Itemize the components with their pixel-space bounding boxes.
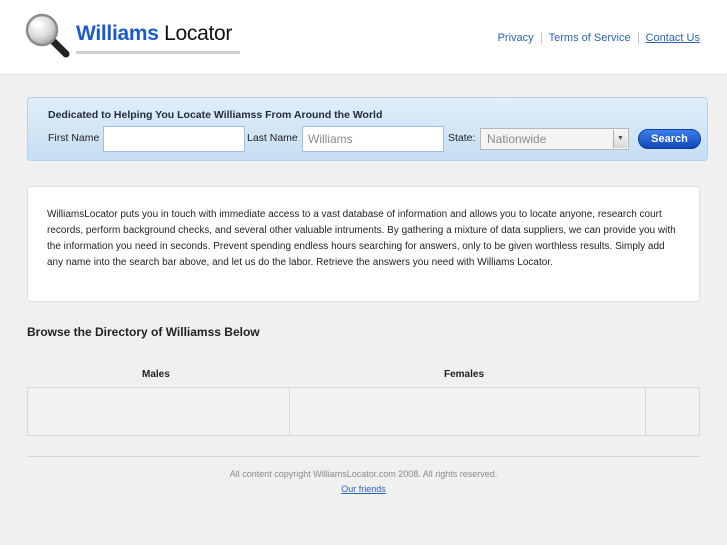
state-select-value: Nationwide (487, 132, 547, 146)
logo-underline (76, 51, 240, 54)
directory-title: Browse the Directory of Williamss Below (27, 325, 260, 339)
search-tagline: Dedicated to Helping You Locate Williams… (48, 109, 383, 121)
females-column-header: Females (444, 369, 485, 380)
search-button[interactable]: Search (638, 129, 701, 149)
chevron-down-icon[interactable]: ▼ (613, 130, 627, 148)
privacy-link[interactable]: Privacy (498, 32, 541, 44)
first-name-input[interactable] (103, 126, 245, 152)
logo-rest: Locator (164, 22, 233, 45)
footer-divider (27, 456, 700, 457)
last-name-input[interactable]: Williams (302, 126, 444, 152)
state-select[interactable]: Nationwide ▼ (480, 128, 629, 150)
first-name-label: First Name (48, 132, 100, 144)
state-label: State: (448, 132, 476, 144)
last-name-label: Last Name (247, 132, 298, 144)
intro-text: WilliamsLocator puts you in touch with i… (47, 209, 676, 268)
directory-table (27, 387, 700, 436)
our-friends-link[interactable]: Our friends (0, 484, 727, 494)
contact-us-link[interactable]: Contact Us (637, 32, 700, 44)
terms-link[interactable]: Terms of Service (540, 32, 638, 44)
logo-text: Williams Locator (76, 22, 232, 46)
logo-brand: Williams (76, 22, 159, 45)
column-divider (289, 388, 290, 435)
top-nav: Privacy Terms of Service Contact Us (498, 32, 700, 44)
intro-box: WilliamsLocator puts you in touch with i… (27, 186, 700, 302)
site-header: Williams Locator Privacy Terms of Servic… (0, 0, 727, 75)
copyright-text: All content copyright WilliamsLocator.co… (229, 469, 498, 479)
site-logo[interactable]: Williams Locator (24, 12, 240, 58)
magnifier-icon (25, 13, 70, 58)
column-divider (645, 388, 646, 435)
males-column-header: Males (142, 369, 170, 380)
search-bar: Dedicated to Helping You Locate Williams… (27, 97, 708, 161)
